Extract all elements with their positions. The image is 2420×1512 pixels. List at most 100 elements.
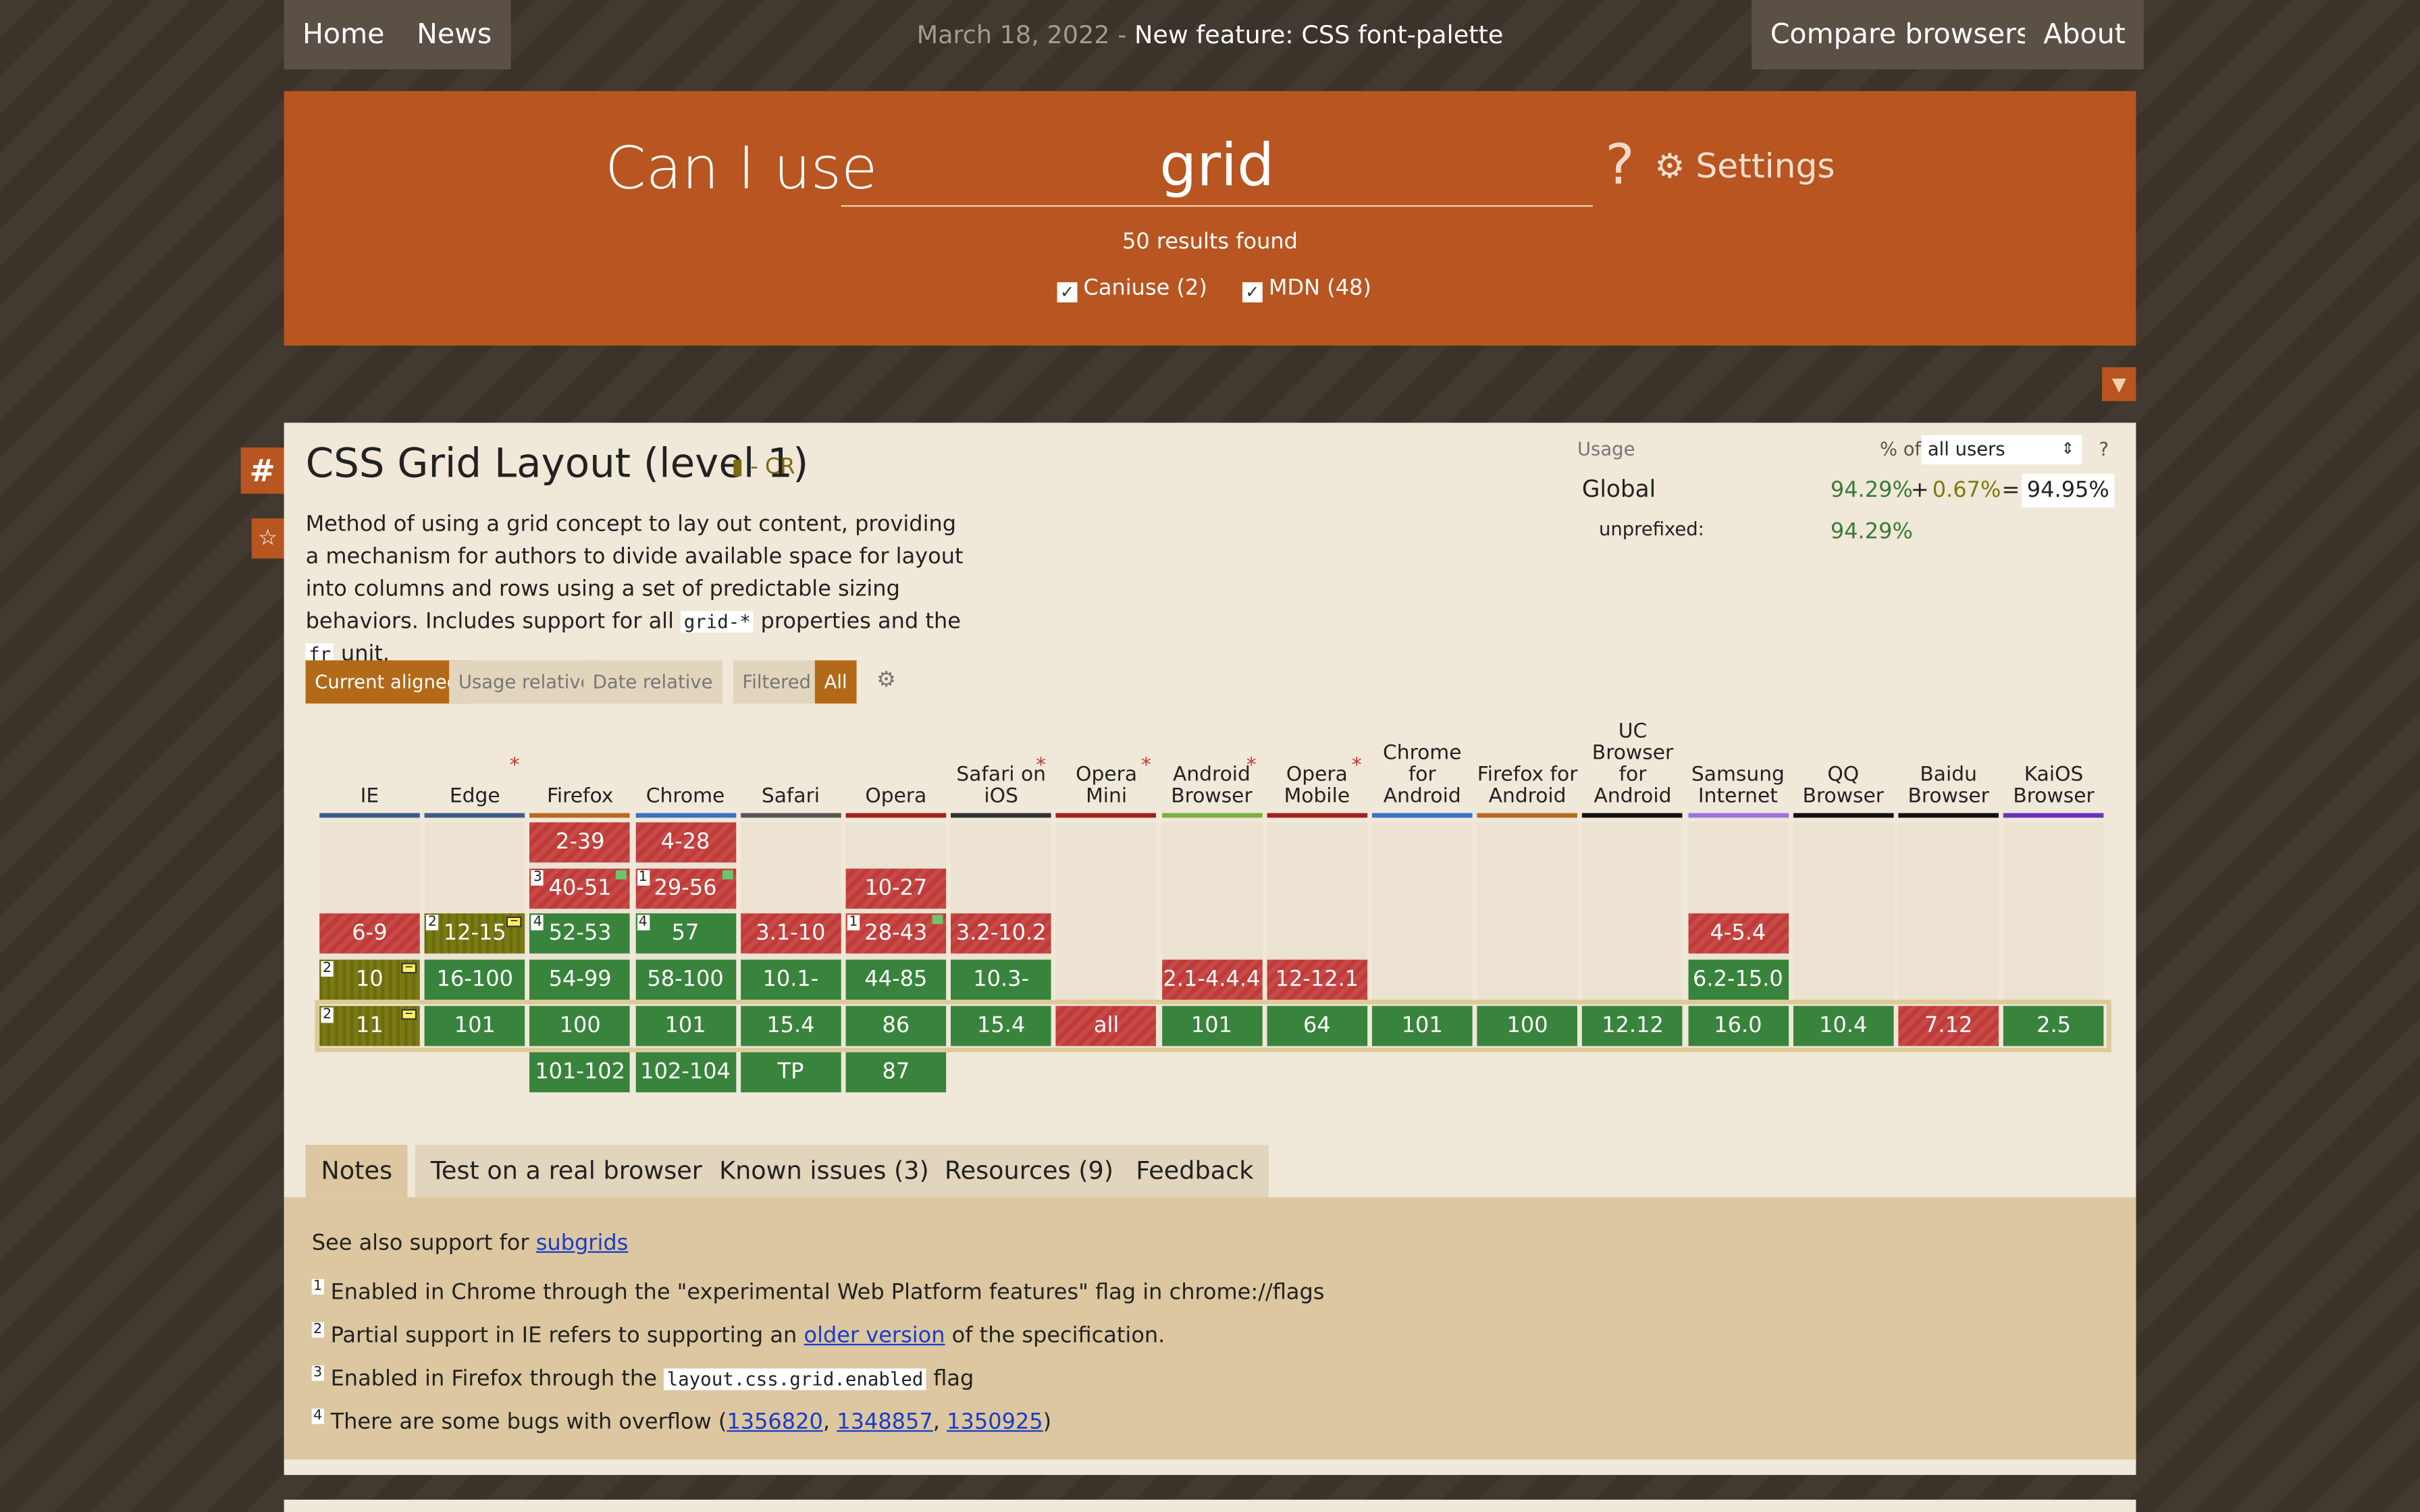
support-cell[interactable]: 12-12.1 (1267, 959, 1367, 1000)
tab-test[interactable]: Test on a real browser (415, 1144, 718, 1197)
top-nav: Home News March 18, 2022 - New feature: … (284, 0, 2145, 70)
tab-known-issues[interactable]: Known issues (3) (704, 1144, 945, 1197)
version-label: 12-12.1 (1275, 967, 1359, 992)
bug-link[interactable]: 1356820 (727, 1410, 823, 1435)
select-arrows-icon: ⇕ (2061, 441, 2074, 458)
browser-color-bar (1477, 813, 1578, 818)
asterisk-icon: * (1246, 754, 1257, 778)
tab-resources[interactable]: Resources (9) (928, 1144, 1129, 1197)
spec-status[interactable]: ▮ - CR (731, 455, 795, 480)
version-label: 52-53 (548, 921, 612, 947)
support-cell[interactable]: 12-15 2 − (424, 914, 525, 954)
note-3: 3 Enabled in Firefox through the layout.… (311, 1351, 2109, 1395)
plus-sign: + (1910, 478, 1929, 504)
support-cell[interactable]: 54-99 (529, 959, 631, 1000)
announcement-date: March 18, 2022 - (916, 20, 1134, 50)
filter-caniuse-label: Caniuse (2) (1083, 276, 1207, 301)
support-cell[interactable]: 101-102 (529, 1051, 631, 1092)
note-text: of the specification. (945, 1324, 1165, 1349)
support-cell[interactable]: 58-100 (635, 959, 736, 1000)
tab-feedback[interactable]: Feedback (1120, 1144, 1269, 1197)
usage-scope-select[interactable]: all users ⇕ (1921, 435, 2082, 464)
support-cell[interactable]: 10-27 (845, 868, 947, 909)
support-cell[interactable]: 2-39 (529, 822, 631, 863)
support-cell[interactable]: 3.2-10.2 (951, 914, 1051, 954)
note-number: 2 (311, 1322, 324, 1338)
version-label: 16-100 (436, 967, 513, 992)
support-cell[interactable]: 52-53 4 (529, 914, 631, 954)
support-cell[interactable]: 40-51 3 (529, 868, 631, 909)
support-cell[interactable]: 6-9 (319, 914, 420, 954)
view-date-relative[interactable]: Date relative (583, 660, 722, 704)
star-icon[interactable]: ☆ (251, 518, 284, 559)
global-full-support: 94.29% (1830, 478, 1913, 504)
page: Home News March 18, 2022 - New feature: … (0, 0, 2420, 1512)
support-cell[interactable]: 4-28 (635, 822, 736, 863)
support-cell[interactable]: 10 2 − (319, 959, 420, 1000)
view-filtered[interactable]: Filtered (733, 660, 820, 704)
search-input[interactable]: grid (841, 125, 1593, 207)
usage-help[interactable]: ? (2099, 438, 2109, 460)
version-label: 28-43 (864, 921, 928, 947)
tab-notes[interactable]: Notes (305, 1144, 408, 1197)
note-text: , (932, 1410, 947, 1435)
bug-link[interactable]: 1348857 (837, 1410, 933, 1435)
browser-color-bar (1898, 813, 1999, 818)
note-text: Enabled in Chrome through the "experimen… (330, 1280, 1325, 1305)
site-title: Can I use (604, 134, 878, 202)
nav-compare-browsers[interactable]: Compare browsers (1752, 0, 2049, 70)
view-current-aligned[interactable]: Current aligned (305, 660, 468, 704)
announcement-link[interactable]: New feature: CSS font-palette (1134, 20, 1503, 49)
support-cell[interactable]: 57 4 (635, 914, 736, 954)
support-cell[interactable]: TP (740, 1051, 841, 1092)
view-usage-relative[interactable]: Usage relative (449, 660, 602, 704)
browser-column (1371, 822, 1473, 1004)
support-cell[interactable]: 87 (845, 1051, 947, 1092)
view-all[interactable]: All (814, 660, 857, 704)
support-cell[interactable]: 2.1-4.4.4 (1161, 959, 1262, 1000)
older-version-link[interactable]: older version (804, 1324, 945, 1349)
version-label: 40-51 (548, 875, 612, 901)
bug-link[interactable]: 1350925 (947, 1410, 1043, 1435)
browser-color-bar (845, 813, 947, 818)
note-marker: 4 (637, 915, 650, 932)
question-mark: ? (1605, 134, 1635, 198)
search-banner: Can I use grid ? ⚙ Settings 50 results f… (284, 90, 2136, 346)
filter-caniuse[interactable]: ✓ Caniuse (2) (1057, 276, 1207, 302)
gear-icon[interactable]: ⚙ (876, 668, 896, 693)
partial-support-icon: − (401, 962, 417, 974)
version-label: 10 (356, 967, 384, 992)
support-cell[interactable]: 29-56 1 (635, 868, 736, 909)
next-panel-edge (284, 1499, 2136, 1512)
support-cell[interactable]: 10.1-15.3 (740, 959, 841, 1032)
support-cell[interactable]: 44-85 (845, 959, 947, 1000)
filter-icon[interactable]: ▼ (2102, 367, 2136, 402)
equals-sign: = (2001, 478, 2020, 504)
desc-text: properties and the (754, 609, 961, 634)
support-cell[interactable]: 6.2-15.0 (1687, 959, 1789, 1000)
version-label: 57 (671, 921, 700, 947)
support-cell[interactable]: 28-43 1 (845, 914, 947, 954)
browser-column (1477, 822, 1578, 1004)
note-number: 3 (311, 1365, 324, 1381)
support-cell[interactable]: 4-5.4 (1687, 914, 1789, 954)
support-cell[interactable]: 10.3-15.3 (951, 959, 1051, 1032)
subgrids-link[interactable]: subgrids (536, 1231, 629, 1256)
browser-column (2003, 822, 2104, 1004)
support-cell[interactable]: 102-104 (635, 1051, 736, 1092)
browser-color-bar (1582, 813, 1683, 818)
browser-column (1056, 822, 1157, 1004)
nav-about[interactable]: About (2024, 0, 2145, 70)
support-cell[interactable]: 16-100 (424, 959, 525, 1000)
global-total: 94.95% (2022, 473, 2115, 508)
global-partial-support: 0.67% (1932, 478, 2001, 504)
note-text: Enabled in Firefox through the (330, 1367, 664, 1392)
settings-button[interactable]: ⚙ Settings (1654, 148, 1835, 186)
results-count: 50 results found (1122, 230, 1298, 255)
checkbox-icon[interactable]: ✓ (1242, 282, 1263, 302)
support-cell[interactable]: 3.1-10 (740, 914, 841, 954)
filter-mdn[interactable]: ✓ MDN (48) (1242, 276, 1371, 302)
checkbox-icon[interactable]: ✓ (1057, 282, 1078, 302)
version-label: 102-104 (640, 1059, 731, 1084)
hash-link-icon[interactable]: # (240, 447, 284, 494)
